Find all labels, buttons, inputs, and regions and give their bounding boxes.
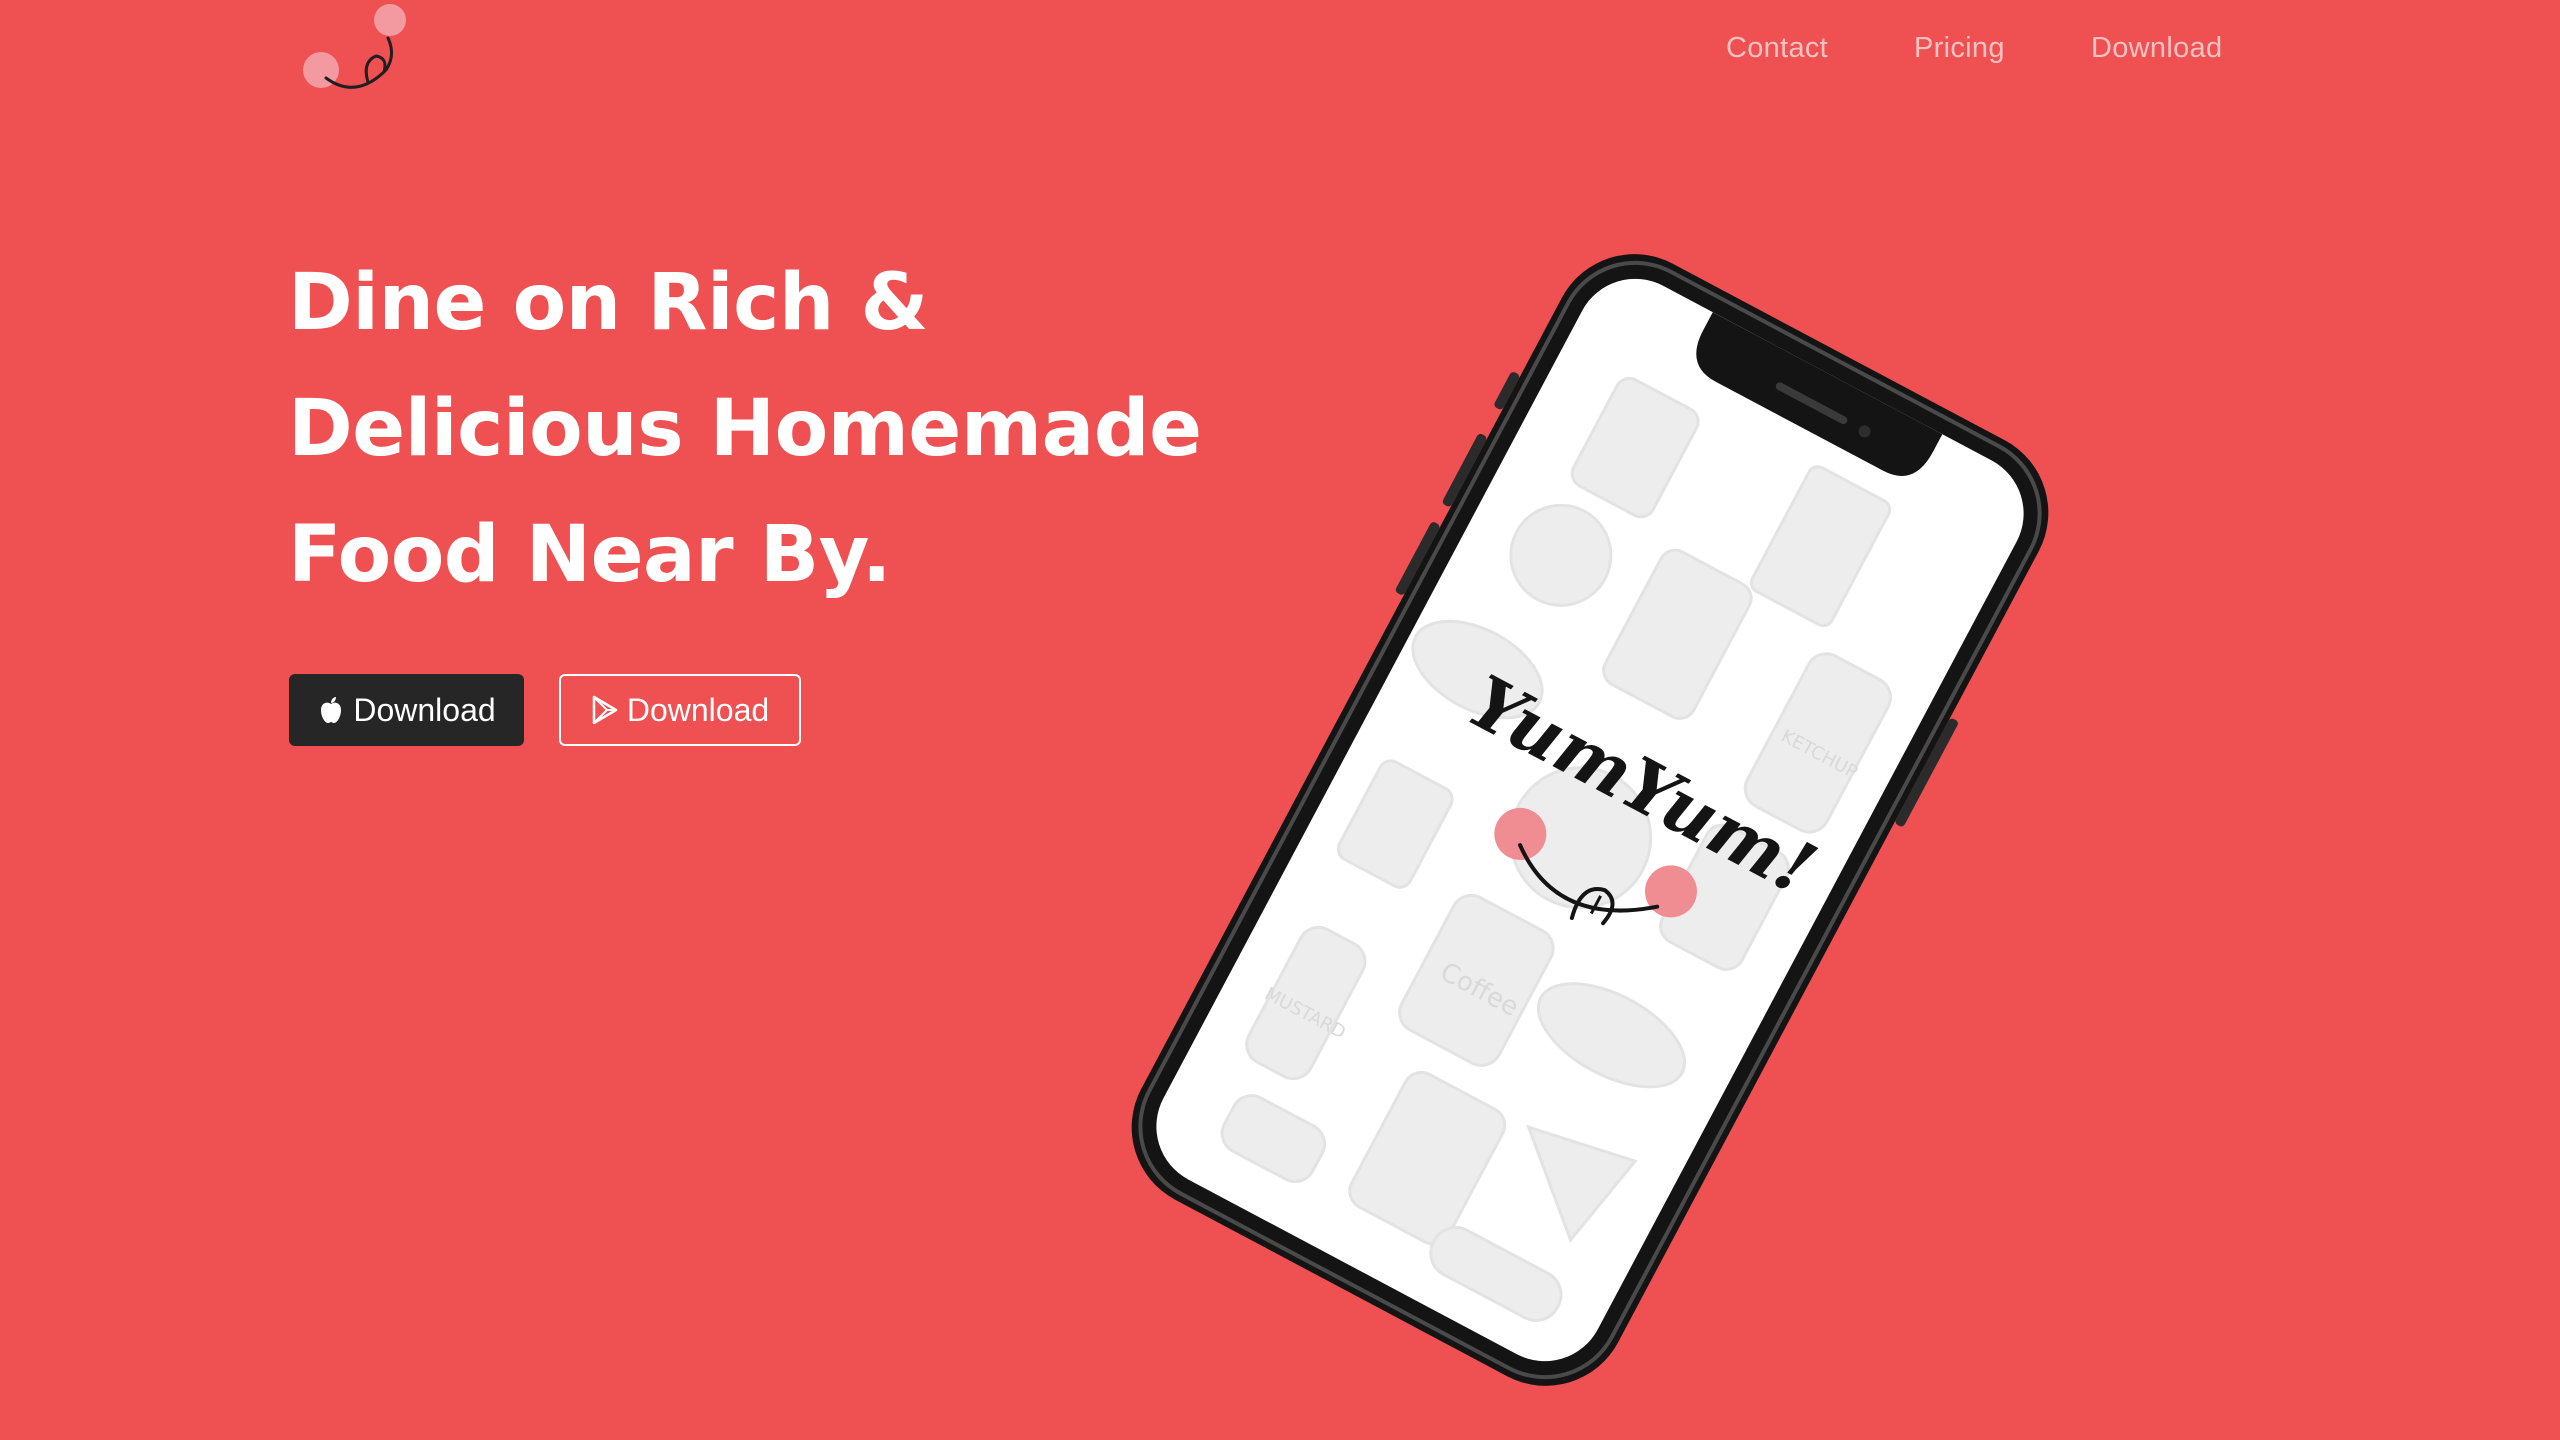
apple-icon — [317, 695, 345, 725]
play-store-download-label: Download — [626, 691, 770, 728]
phone-mockup: Coffee MUSTARD KETCHUP YumYum! — [1110, 200, 2070, 1440]
app-store-download-button[interactable]: Download — [289, 674, 524, 746]
app-store-download-label: Download — [353, 691, 496, 728]
play-store-icon — [591, 695, 619, 725]
nav-download[interactable]: Download — [2091, 28, 2222, 68]
nav-pricing[interactable]: Pricing — [1914, 28, 2005, 68]
top-nav: Contact Pricing Download — [0, 28, 2560, 68]
nav-contact[interactable]: Contact — [1726, 28, 1828, 68]
play-store-download-button[interactable]: Download — [559, 674, 801, 746]
